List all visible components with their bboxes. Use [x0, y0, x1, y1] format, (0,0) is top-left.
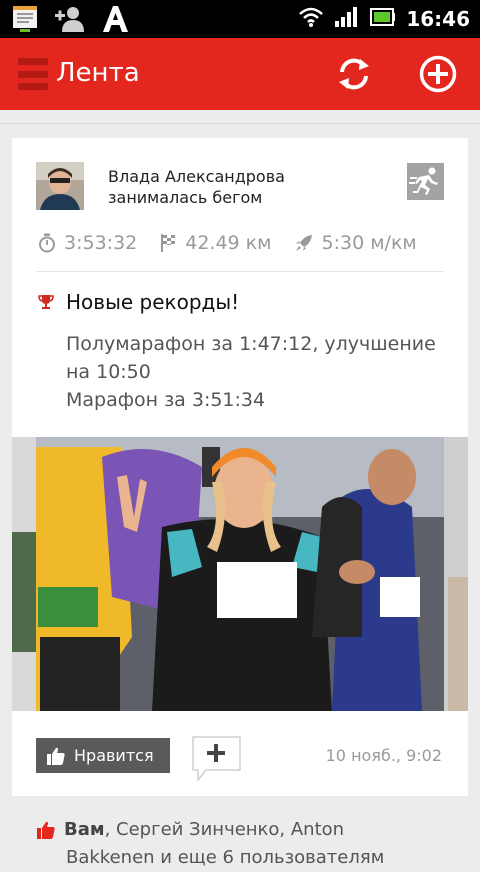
- font-app-icon: [100, 4, 130, 38]
- status-bar-left: [10, 4, 130, 38]
- distance-value: 42.49 км: [185, 232, 272, 254]
- action-bar: Лента: [0, 38, 480, 110]
- add-circle-icon: [419, 55, 457, 93]
- refresh-icon: [339, 58, 369, 90]
- likers-you: Вам: [64, 819, 105, 840]
- thumbs-up-icon: [47, 747, 65, 765]
- thumbs-up-icon: [37, 821, 55, 839]
- activity-text: занималась бегом: [108, 188, 263, 207]
- like-label: Нравится: [74, 746, 154, 765]
- duration-value: 3:53:32: [64, 232, 138, 254]
- running-icon: [407, 163, 444, 200]
- status-bar: 16:46: [0, 0, 480, 38]
- battery-icon: [370, 7, 396, 31]
- add-contact-icon: [54, 4, 86, 38]
- stopwatch-icon: [39, 233, 55, 253]
- menu-icon[interactable]: [18, 58, 48, 90]
- likers-summary[interactable]: Вам, Сергей Зинченко, Anton Bakkenen и е…: [36, 816, 456, 872]
- feed-card: Влада Александрова занималась бегом 3:53…: [12, 138, 468, 796]
- notification-icon: [10, 4, 40, 38]
- post-photo[interactable]: [12, 437, 468, 711]
- rocket-icon: [295, 235, 312, 251]
- refresh-button[interactable]: [334, 54, 374, 94]
- page-title[interactable]: Лента: [56, 58, 140, 88]
- records-header: Новые рекорды!: [38, 290, 239, 314]
- clock: 16:46: [406, 7, 470, 31]
- card-divider: [36, 271, 444, 272]
- duration-stat: 3:53:32: [38, 232, 137, 254]
- status-bar-right: 16:46: [298, 6, 470, 32]
- feed-top-divider: [0, 110, 480, 124]
- like-button[interactable]: Нравится: [36, 738, 170, 773]
- record-item: Полумарафон за 1:47:12, улучшение на 10:…: [66, 333, 436, 383]
- likers-names: , Сергей Зинченко, Anton: [104, 819, 345, 840]
- wifi-icon: [298, 6, 324, 32]
- record-item: Марафон за 3:51:34: [66, 389, 266, 411]
- distance-stat: 42.49 км: [159, 232, 272, 254]
- add-button[interactable]: [418, 54, 458, 94]
- pace-value: 5:30 м/км: [321, 232, 417, 254]
- comment-plus-icon: [192, 736, 241, 783]
- comment-button[interactable]: [192, 736, 242, 783]
- likers-more: Bakkenen и еще 6 пользователям: [66, 847, 385, 868]
- avatar[interactable]: [36, 162, 84, 210]
- trophy-icon: [38, 295, 54, 309]
- workout-stats: 3:53:32 42.49 км 5:30 м/км: [38, 232, 439, 254]
- pace-stat: 5:30 м/км: [294, 232, 417, 254]
- signal-icon: [334, 6, 360, 32]
- records-title: Новые рекорды!: [66, 290, 240, 314]
- finish-flag-icon: [161, 234, 176, 252]
- post-date: 10 нояб., 9:02: [325, 746, 442, 765]
- user-name[interactable]: Влада Александрова: [108, 166, 285, 187]
